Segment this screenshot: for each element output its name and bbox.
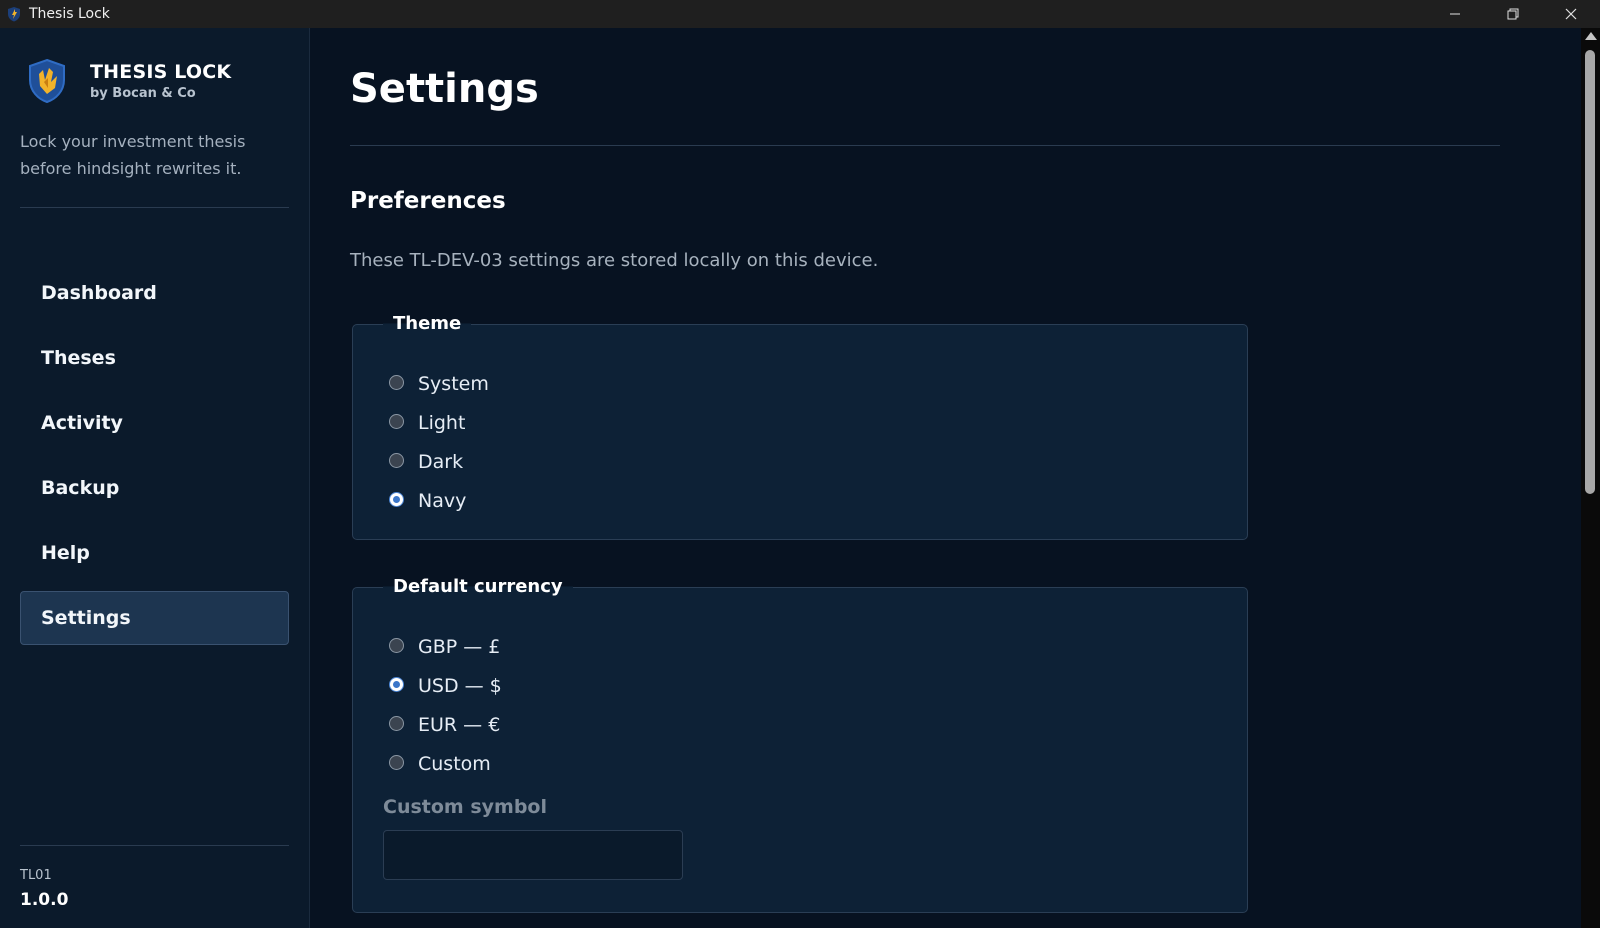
- close-icon: [1565, 8, 1577, 20]
- title-bar: Thesis Lock: [0, 0, 1600, 28]
- sidebar-item-help[interactable]: Help: [20, 526, 289, 580]
- currency-option-label: Custom: [418, 753, 491, 775]
- theme-option-label: Light: [418, 412, 466, 434]
- window-title: Thesis Lock: [29, 6, 110, 22]
- sidebar-divider: [20, 207, 289, 208]
- brand-name: THESIS LOCK: [90, 61, 232, 83]
- radio-button-selected[interactable]: [389, 491, 404, 507]
- vertical-scrollbar[interactable]: [1581, 28, 1600, 928]
- theme-legend: Theme: [383, 313, 472, 334]
- brand: THESIS LOCK by Bocan & Co: [27, 58, 231, 104]
- sidebar-footer-divider: [20, 845, 289, 846]
- currency-option-label: GBP — £: [418, 636, 501, 658]
- theme-option-label: Navy: [418, 490, 467, 512]
- theme-fieldset: Theme System Light Dark Navy: [352, 313, 1248, 540]
- restore-button[interactable]: [1484, 0, 1542, 28]
- shield-logo-icon: [27, 58, 67, 104]
- sidebar-item-activity[interactable]: Activity: [20, 396, 289, 450]
- radio-button[interactable]: [389, 754, 404, 770]
- theme-option-navy[interactable]: Navy: [389, 488, 467, 512]
- sidebar-item-backup[interactable]: Backup: [20, 461, 289, 515]
- app-shield-icon: [4, 4, 24, 24]
- theme-option-label: Dark: [418, 451, 464, 473]
- currency-option-custom[interactable]: Custom: [389, 751, 491, 775]
- restore-icon: [1507, 8, 1519, 20]
- radio-button[interactable]: [389, 374, 404, 390]
- brand-subtitle: by Bocan & Co: [90, 86, 196, 101]
- sidebar-item-dashboard[interactable]: Dashboard: [20, 266, 289, 320]
- radio-button[interactable]: [389, 637, 404, 653]
- sidebar-item-theses[interactable]: Theses: [20, 331, 289, 385]
- radio-button[interactable]: [389, 413, 404, 429]
- scroll-thumb[interactable]: [1585, 50, 1595, 494]
- currency-fieldset: Default currency GBP — £ USD — $ EUR — €…: [352, 576, 1248, 913]
- currency-option-eur[interactable]: EUR — €: [389, 712, 501, 736]
- sidebar-item-settings[interactable]: Settings: [20, 591, 289, 645]
- theme-option-light[interactable]: Light: [389, 410, 466, 434]
- currency-option-gbp[interactable]: GBP — £: [389, 634, 501, 658]
- close-button[interactable]: [1542, 0, 1600, 28]
- currency-legend: Default currency: [383, 576, 573, 597]
- version-number: 1.0.0: [20, 890, 69, 910]
- section-description: These TL-DEV-03 settings are stored loca…: [350, 250, 879, 271]
- theme-option-dark[interactable]: Dark: [389, 449, 464, 473]
- currency-option-label: USD — $: [418, 675, 502, 697]
- radio-button[interactable]: [389, 715, 404, 731]
- currency-option-usd[interactable]: USD — $: [389, 673, 502, 697]
- main-content: Settings Preferences These TL-DEV-03 set…: [311, 28, 1581, 928]
- title-divider: [350, 145, 1500, 146]
- sidebar: THESIS LOCK by Bocan & Co Lock your inve…: [0, 28, 310, 928]
- theme-option-system[interactable]: System: [389, 371, 489, 395]
- theme-option-label: System: [418, 373, 489, 395]
- radio-button[interactable]: [389, 452, 404, 468]
- page-title: Settings: [350, 66, 539, 112]
- radio-button-selected[interactable]: [389, 676, 404, 692]
- minimize-icon: [1450, 13, 1460, 15]
- section-title: Preferences: [350, 188, 506, 214]
- currency-option-label: EUR — €: [418, 714, 501, 736]
- custom-symbol-label: Custom symbol: [383, 796, 547, 818]
- sidebar-nav: Dashboard Theses Activity Backup Help Se…: [20, 266, 289, 656]
- scroll-up-arrow-icon[interactable]: [1585, 32, 1597, 40]
- version-label: TL01: [20, 868, 52, 883]
- custom-symbol-input[interactable]: [383, 830, 683, 880]
- tagline: Lock your investment thesis before hinds…: [20, 132, 246, 178]
- minimize-button[interactable]: [1426, 0, 1484, 28]
